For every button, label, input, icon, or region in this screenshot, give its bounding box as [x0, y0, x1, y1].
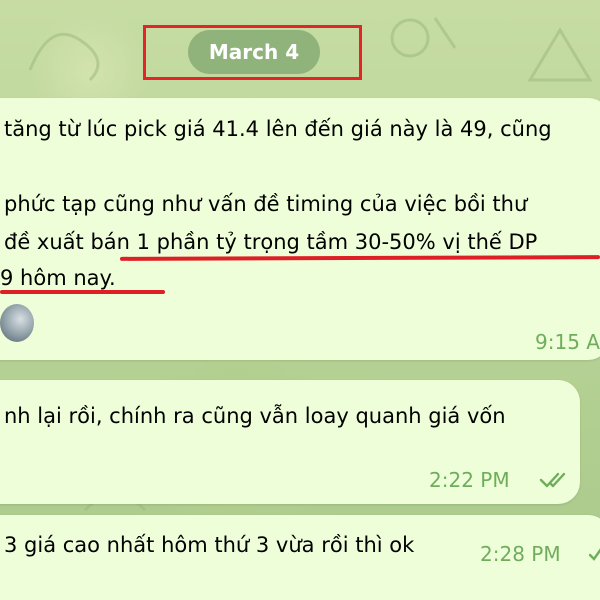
message-text-line: 3 giá cao nhất hôm thứ 3 vừa rồi thì ok	[4, 533, 415, 557]
avatar[interactable]	[0, 304, 34, 342]
single-check-icon	[589, 548, 600, 561]
wallpaper-doodle	[527, 27, 593, 82]
message-text-line: nh lại rồi, chính ra cũng vẫn loay quanh…	[4, 404, 506, 428]
message-bubble[interactable]: tăng từ lúc pick giá 41.4 lên đến giá nà…	[0, 98, 600, 360]
message-timestamp: 2:22 PM	[429, 468, 510, 492]
message-timestamp: 2:28 PM	[480, 542, 561, 566]
wallpaper-doodle	[28, 32, 100, 82]
message-text-line: đề xuất bán 1 phần tỷ trọng tầm 30-50% v…	[4, 230, 538, 254]
date-annotation-box	[143, 25, 362, 80]
wallpaper-doodle	[390, 17, 457, 58]
double-check-icon	[539, 472, 566, 488]
message-bubble[interactable]: 3 giá cao nhất hôm thứ 3 vừa rồi thì ok …	[0, 515, 600, 600]
message-timestamp: 9:15 A	[535, 330, 600, 354]
message-text-line: phức tạp cũng như vấn đề timing của việc…	[4, 192, 528, 216]
message-bubble[interactable]: nh lại rồi, chính ra cũng vẫn loay quanh…	[0, 380, 580, 504]
message-text-line: 9 hôm nay.	[0, 266, 116, 290]
message-text-line: tăng từ lúc pick giá 41.4 lên đến giá nà…	[4, 117, 552, 141]
underline-annotation	[0, 290, 165, 294]
